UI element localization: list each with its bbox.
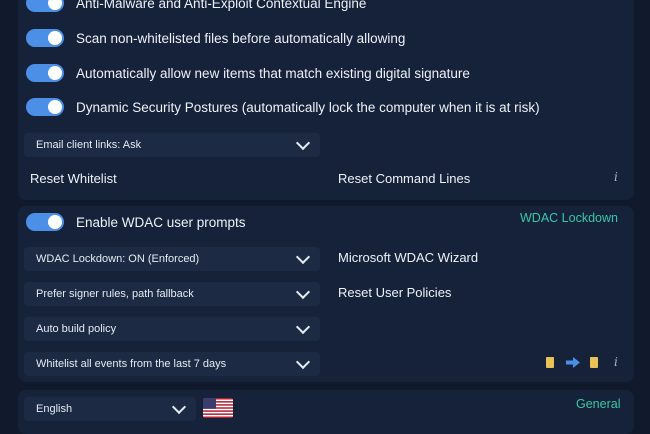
build-policy-value: Auto build policy bbox=[36, 323, 117, 335]
reset-whitelist-button[interactable]: Reset Whitelist bbox=[30, 171, 117, 186]
info-icon[interactable]: i bbox=[614, 170, 618, 184]
chevron-down-icon bbox=[295, 284, 311, 299]
signer-rules-value: Prefer signer rules, path fallback bbox=[36, 288, 194, 300]
language-value: English bbox=[36, 403, 73, 415]
auto-allow-signature-label: Automatically allow new items that match… bbox=[76, 65, 470, 81]
language-select[interactable]: English bbox=[24, 397, 196, 421]
chevron-down-icon bbox=[295, 354, 311, 369]
toggle-row-auto-allow-signature[interactable]: Automatically allow new items that match… bbox=[26, 64, 470, 82]
scan-non-whitelisted-toggle[interactable] bbox=[26, 29, 64, 47]
toggle-row-wdac-prompts[interactable]: Enable WDAC user prompts bbox=[26, 213, 246, 231]
reset-user-policies-button[interactable]: Reset User Policies bbox=[338, 285, 451, 300]
wdac-lockdown-value: WDAC Lockdown: ON (Enforced) bbox=[36, 253, 200, 265]
wdac-section-title: WDAC Lockdown bbox=[520, 211, 618, 225]
settings-page: Anti-Malware and Anti-Exploit Contextual… bbox=[0, 0, 650, 434]
whitelist-events-select[interactable]: Whitelist all events from the last 7 day… bbox=[24, 352, 320, 376]
us-flag-icon[interactable] bbox=[203, 398, 233, 418]
scan-non-whitelisted-label: Scan non-whitelisted files before automa… bbox=[76, 30, 406, 46]
wdac-prompts-label: Enable WDAC user prompts bbox=[76, 214, 246, 230]
dynamic-security-toggle[interactable] bbox=[26, 98, 64, 116]
build-policy-select[interactable]: Auto build policy bbox=[24, 317, 320, 341]
source-file-icon[interactable] bbox=[546, 357, 554, 368]
signer-rules-select[interactable]: Prefer signer rules, path fallback bbox=[24, 282, 320, 306]
email-client-links-value: Email client links: Ask bbox=[36, 139, 142, 151]
toggle-row-scan-non-whitelisted[interactable]: Scan non-whitelisted files before automa… bbox=[26, 29, 405, 47]
dynamic-security-label: Dynamic Security Postures (automatically… bbox=[76, 99, 540, 115]
general-section-title: General bbox=[576, 397, 621, 411]
toggle-row-dynamic-security[interactable]: Dynamic Security Postures (automatically… bbox=[26, 98, 540, 116]
whitelist-events-value: Whitelist all events from the last 7 day… bbox=[36, 358, 227, 370]
wdac-wizard-button[interactable]: Microsoft WDAC Wizard bbox=[338, 250, 478, 265]
anti-malware-label: Anti-Malware and Anti-Exploit Contextual… bbox=[76, 0, 367, 11]
wdac-prompts-toggle[interactable] bbox=[26, 213, 64, 231]
target-file-icon[interactable] bbox=[590, 357, 598, 368]
chevron-down-icon bbox=[171, 399, 187, 414]
toggle-row-anti-malware[interactable]: Anti-Malware and Anti-Exploit Contextual… bbox=[26, 0, 366, 12]
auto-allow-signature-toggle[interactable] bbox=[26, 64, 64, 82]
anti-malware-toggle[interactable] bbox=[26, 0, 64, 12]
arrow-right-icon bbox=[566, 357, 580, 368]
chevron-down-icon bbox=[295, 319, 311, 334]
chevron-down-icon bbox=[295, 135, 311, 150]
info-icon[interactable]: i bbox=[614, 355, 618, 369]
email-client-links-select[interactable]: Email client links: Ask bbox=[24, 133, 320, 157]
reset-command-lines-button[interactable]: Reset Command Lines bbox=[338, 171, 470, 186]
chevron-down-icon bbox=[295, 249, 311, 264]
wdac-lockdown-select[interactable]: WDAC Lockdown: ON (Enforced) bbox=[24, 247, 320, 271]
